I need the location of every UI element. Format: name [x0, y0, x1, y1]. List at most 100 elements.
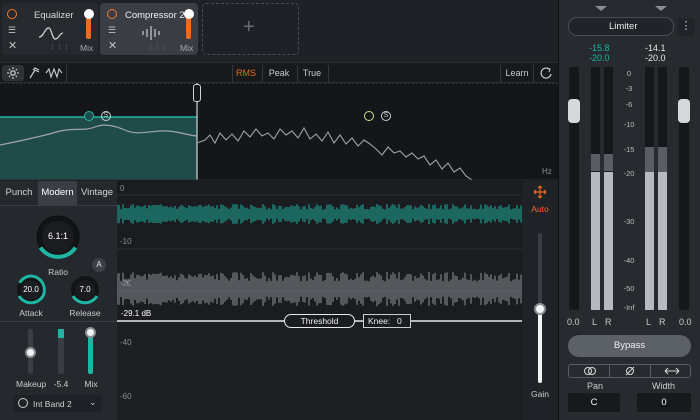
gain-label: Gain	[531, 389, 549, 399]
threshold-handle[interactable]: Threshold	[284, 314, 355, 328]
mix-label: Mix	[180, 43, 194, 53]
knee-label: Knee:	[368, 316, 391, 326]
channel-l-label: L	[592, 317, 598, 327]
gain-reduction-value: -5.4	[53, 379, 69, 389]
limiter-ceiling-slider[interactable]	[678, 67, 690, 310]
true-peak-button[interactable]: True	[300, 66, 324, 81]
divider	[0, 321, 117, 322]
add-icon: +	[243, 16, 255, 38]
left-peak-readout: -15.8	[589, 43, 610, 53]
phase-invert-icon[interactable]	[624, 366, 636, 376]
divider	[650, 365, 651, 377]
power-icon[interactable]	[7, 9, 17, 19]
hz-label: Hz	[542, 167, 552, 176]
menu-icon[interactable]: ☰	[108, 25, 116, 36]
band-solo-button[interactable]: S	[381, 111, 391, 121]
input-meter-left	[591, 67, 600, 310]
scale-label: -30	[623, 217, 635, 226]
analyzer-mode-button[interactable]	[2, 65, 24, 81]
spectrum-analyzer[interactable]: S S Hz	[0, 83, 558, 180]
scale-label: -Inf	[623, 303, 635, 312]
auto-gain-label[interactable]: Auto	[522, 204, 558, 214]
learn-button[interactable]: Learn	[503, 66, 531, 81]
pan-field[interactable]: C	[568, 393, 620, 412]
divider	[0, 205, 117, 206]
rms-button[interactable]: RMS	[234, 66, 258, 81]
band-split-handle[interactable]	[193, 84, 201, 102]
attack-value: 20.0	[23, 285, 39, 294]
spectrum-display	[0, 83, 558, 180]
auto-ratio-button[interactable]: A	[92, 258, 106, 272]
axis-label-0: 0	[120, 184, 125, 193]
mix-slider[interactable]	[85, 327, 96, 374]
attack-label: Attack	[19, 308, 43, 318]
mix-slider[interactable]	[183, 9, 194, 39]
width-label: Width	[652, 381, 676, 391]
width-field[interactable]: 0	[637, 393, 691, 412]
menu-icon[interactable]: ☰	[8, 25, 16, 36]
limiter-module-button[interactable]: Limiter	[568, 17, 674, 36]
gain-slider[interactable]	[534, 233, 546, 383]
release-label: Release	[69, 308, 101, 318]
pan-label: Pan	[587, 381, 604, 391]
channel-r-label: R	[605, 317, 612, 327]
sidechain-value: Int Band 2	[33, 399, 72, 409]
bypass-button[interactable]: Bypass	[568, 335, 691, 357]
makeup-slider[interactable]	[25, 329, 36, 374]
scale-label: -3	[625, 84, 633, 93]
input-meter-right	[604, 67, 613, 310]
band-solo-button[interactable]: S	[101, 111, 111, 121]
ceiling-value: 0.0	[679, 317, 692, 327]
band-power-icon[interactable]	[364, 111, 374, 121]
right-rms-readout: -20.0	[645, 53, 666, 63]
scale-label: -6	[625, 100, 633, 109]
close-icon[interactable]: ✕	[108, 39, 117, 52]
module-name: Equalizer	[34, 10, 74, 21]
mode-punch[interactable]: Punch	[0, 181, 38, 205]
power-icon[interactable]	[107, 9, 117, 19]
waveform-icon[interactable]	[45, 66, 63, 80]
divider	[609, 365, 610, 377]
ratio-label: Ratio	[48, 267, 68, 277]
waveform-display	[117, 194, 522, 420]
stereo-tools	[568, 364, 691, 378]
close-icon[interactable]: ✕	[8, 39, 17, 52]
drag-handle-icon[interactable]: ⋮⋮⋮	[147, 43, 168, 51]
makeup-label: Makeup	[16, 379, 47, 389]
module-equalizer[interactable]: Equalizer ☰ ✕ ⋮⋮⋮ Mix	[2, 3, 98, 55]
left-rms-readout: -20.0	[589, 53, 610, 63]
axis-label-60: -60	[120, 392, 132, 401]
mode-modern[interactable]: Modern	[38, 181, 77, 205]
limiter-input-slider[interactable]	[568, 67, 580, 310]
more-options-icon[interactable]: ⋮	[677, 18, 695, 36]
refresh-icon[interactable]	[539, 66, 553, 80]
collapse-icon[interactable]	[589, 4, 613, 12]
compressor-controls: Punch Modern Vintage 6.1:1 Ratio A 20.0 …	[0, 181, 117, 420]
drag-handle-icon[interactable]: ⋮⋮⋮	[49, 43, 70, 51]
scale-label: -20	[623, 169, 635, 178]
mix-slider[interactable]	[83, 9, 94, 39]
stereo-link-icon[interactable]	[583, 366, 597, 376]
limiter-title: Limiter	[609, 21, 638, 32]
channel-l-label: L	[646, 317, 652, 327]
mix-label: Mix	[84, 379, 98, 389]
swap-channels-icon[interactable]	[664, 367, 680, 375]
mode-vintage[interactable]: Vintage	[77, 181, 117, 205]
collapse-icon[interactable]	[649, 4, 673, 12]
auto-gain-icon[interactable]	[533, 185, 547, 199]
compressor-graph[interactable]: 0 -10 -20 -40 -60 -29.1 dB Threshold Kne…	[117, 181, 522, 420]
band-power-icon[interactable]	[84, 111, 94, 121]
sidechain-dropdown[interactable]: Int Band 2 ⌄	[14, 395, 102, 412]
knee-control[interactable]: Knee: 0	[363, 314, 411, 328]
sun-icon	[7, 67, 19, 79]
power-icon[interactable]	[18, 398, 28, 408]
knee-value: 0	[397, 316, 402, 326]
scale-label: -50	[623, 284, 635, 293]
module-compressor[interactable]: Compressor 2 ☰ ✕ ⋮⋮⋮ Mix	[100, 3, 198, 55]
axis-label-40: -40	[120, 338, 132, 347]
axis-label-10: -10	[120, 237, 132, 246]
add-module-slot[interactable]: +	[202, 3, 299, 55]
peak-button[interactable]: Peak	[266, 66, 292, 81]
input-gain-value: 0.0	[567, 317, 580, 327]
pointer-icon[interactable]	[27, 66, 43, 80]
